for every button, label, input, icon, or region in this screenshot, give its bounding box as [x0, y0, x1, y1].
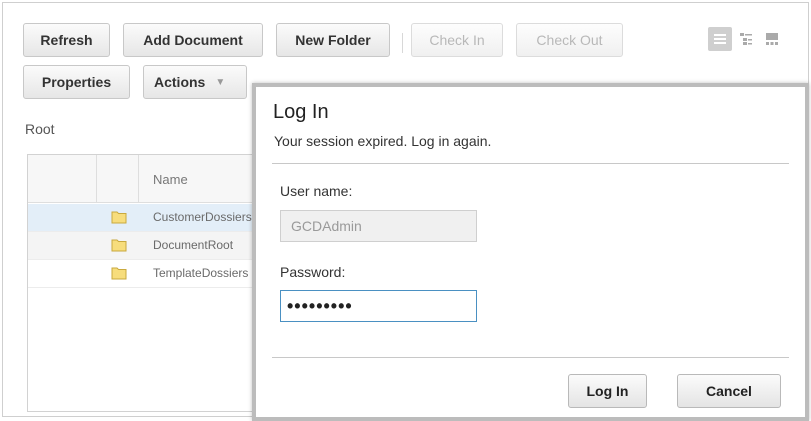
- login-dialog: Log In Your session expired. Log in agai…: [252, 83, 809, 421]
- add-document-button[interactable]: Add Document: [123, 23, 263, 57]
- divider: [272, 357, 789, 358]
- dialog-subtitle: Your session expired. Log in again.: [274, 133, 492, 149]
- row-name: TemplateDossiers: [153, 266, 249, 280]
- row-name: DocumentRoot: [153, 238, 234, 252]
- grid-header: Name: [28, 155, 257, 203]
- password-field[interactable]: [280, 290, 477, 322]
- actions-label: Actions: [154, 74, 206, 90]
- folder-icon: [111, 267, 127, 280]
- table-row[interactable]: DocumentRoot: [28, 232, 257, 260]
- folder-icon: [111, 239, 127, 252]
- check-out-button[interactable]: Check Out: [516, 23, 623, 57]
- actions-menu-button[interactable]: Actions ▼: [143, 65, 247, 99]
- check-in-button[interactable]: Check In: [411, 23, 503, 57]
- chevron-down-icon: ▼: [215, 76, 226, 88]
- table-row[interactable]: CustomerDossiers: [28, 204, 257, 232]
- content-grid: Name CustomerDossiers DocumentRoot Templ…: [27, 154, 257, 412]
- dialog-title: Log In: [273, 101, 329, 123]
- thumbnail-view-icon[interactable]: [760, 27, 784, 51]
- new-folder-button[interactable]: New Folder: [276, 23, 390, 57]
- toolbar-separator: [402, 33, 403, 53]
- refresh-button[interactable]: Refresh: [23, 23, 110, 57]
- row-name: CustomerDossiers: [153, 210, 252, 224]
- cancel-button[interactable]: Cancel: [677, 374, 781, 408]
- tree-view-icon[interactable]: [734, 27, 758, 51]
- table-row[interactable]: TemplateDossiers: [28, 260, 257, 288]
- breadcrumb[interactable]: Root: [25, 121, 55, 137]
- divider: [272, 163, 789, 164]
- app-frame: Refresh Add Document New Folder Check In…: [2, 2, 809, 421]
- log-in-button[interactable]: Log In: [568, 374, 647, 408]
- username-field[interactable]: [280, 210, 477, 242]
- folder-icon: [111, 211, 127, 224]
- name-column-header[interactable]: Name: [153, 172, 188, 187]
- username-label: User name:: [280, 183, 353, 199]
- properties-button[interactable]: Properties: [23, 65, 130, 99]
- password-label: Password:: [280, 264, 346, 280]
- details-view-icon[interactable]: [708, 27, 732, 51]
